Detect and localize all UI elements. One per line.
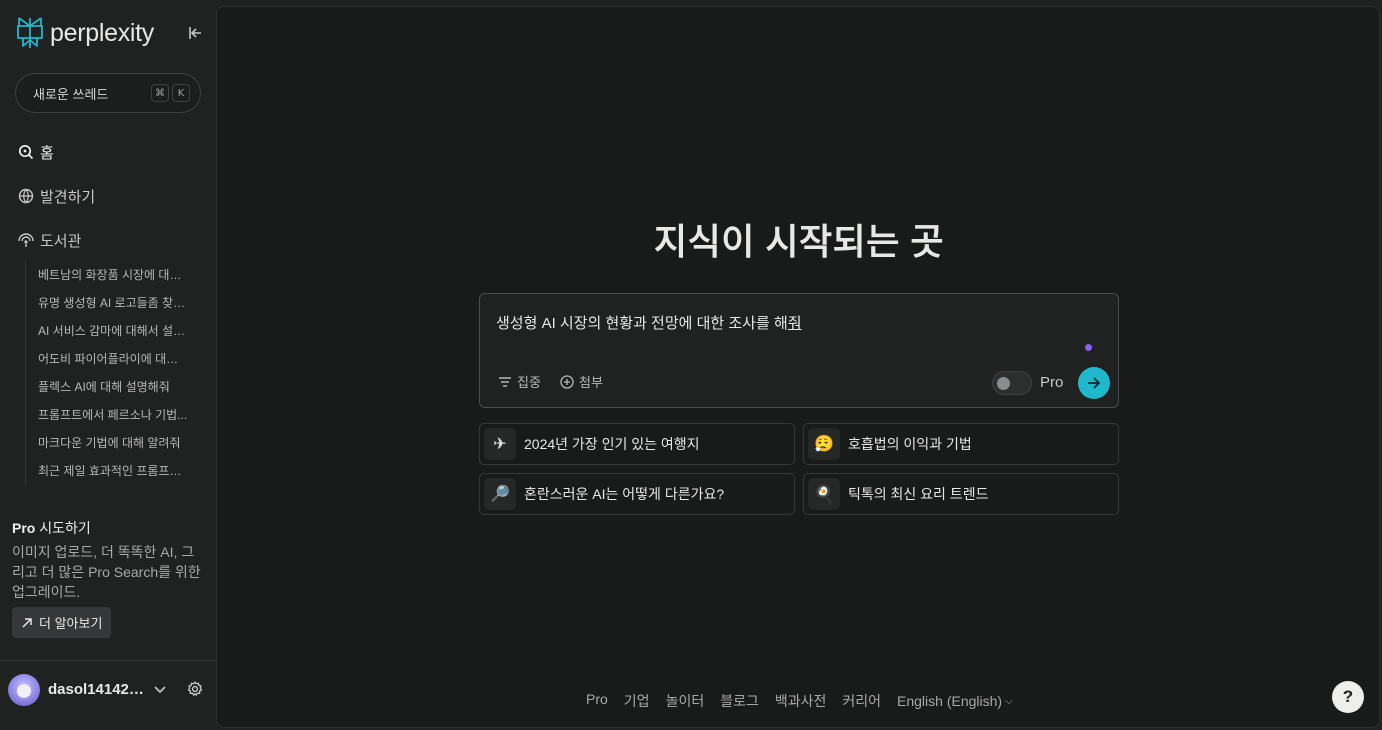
collapse-left-icon <box>189 27 201 39</box>
brand-name: perplexity <box>50 18 154 47</box>
library-thread-item[interactable]: 프롬프트에서 페르소나 기법... <box>38 402 188 430</box>
new-thread-label: 새로운 쓰레드 <box>33 86 109 102</box>
language-label: English (English) <box>897 693 1003 709</box>
search-icon <box>18 144 34 160</box>
airplane-icon: ✈ <box>484 428 516 460</box>
new-thread-shortcut: ⌘ K <box>151 84 190 102</box>
library-thread-list: 베트남의 화장품 시장에 대한 ... 유명 생성형 AI 로고들좀 찾아...… <box>25 262 205 484</box>
pro-upsell-description: 이미지 업로드, 더 똑똑한 AI, 그리고 더 많은 Pro Search를 … <box>12 544 201 600</box>
globe-icon <box>18 188 34 204</box>
attach-button[interactable]: 첨부 <box>560 372 603 391</box>
suggestion-label: 2024년 가장 인기 있는 여행지 <box>524 436 700 452</box>
pro-upsell-title-bold: Pro <box>12 520 36 536</box>
suggestion-label: 틱톡의 최신 요리 트렌드 <box>848 486 989 502</box>
suggestion-card[interactable]: 😮‍💨 호흡법의 이익과 기법 <box>803 423 1119 465</box>
footer-links: Pro 기업 놀이터 블로그 백과사전 커리어 English (English… <box>586 691 1013 711</box>
nav-discover[interactable]: 발견하기 <box>18 184 95 208</box>
pro-upsell-title: Pro 시도하기 <box>12 518 204 538</box>
footer-link-wiki[interactable]: 백과사전 <box>775 691 827 711</box>
footer-link-playground[interactable]: 놀이터 <box>666 691 705 711</box>
username: dasol1414228... <box>48 681 150 698</box>
perplexity-logo-icon <box>17 17 43 48</box>
arrow-right-icon <box>1088 377 1101 389</box>
footer-link-enterprise[interactable]: 기업 <box>624 691 650 711</box>
nav-home-label: 홈 <box>40 144 54 162</box>
library-thread-item[interactable]: 최근 제일 효과적인 프롬프트 ... <box>38 458 188 486</box>
k-key: K <box>172 84 190 102</box>
sidebar: perplexity 새로운 쓰레드 ⌘ K 홈 발견하기 도서관 베트남의 화… <box>0 0 216 730</box>
attach-label: 첨부 <box>579 375 603 390</box>
library-thread-item[interactable]: 베트남의 화장품 시장에 대한 ... <box>38 262 188 290</box>
new-thread-button[interactable]: 새로운 쓰레드 ⌘ K <box>15 73 201 113</box>
pro-toggle[interactable] <box>992 371 1032 395</box>
status-dot <box>1085 344 1092 351</box>
learn-more-label: 더 알아보기 <box>39 616 103 631</box>
nav-library[interactable]: 도서관 <box>18 228 81 252</box>
suggestion-card[interactable]: 🍳 틱톡의 최신 요리 트렌드 <box>803 473 1119 515</box>
plus-circle-icon <box>560 374 574 389</box>
suggestion-label: 호흡법의 이익과 기법 <box>848 436 972 452</box>
search-box[interactable]: 생성형 AI 시장의 현황과 전망에 대한 조사를 해줘 집중 첨부 Pro <box>479 293 1119 408</box>
library-thread-item[interactable]: 유명 생성형 AI 로고들좀 찾아... <box>38 290 188 318</box>
language-selector[interactable]: English (English) ⌵ <box>897 691 1013 711</box>
chevron-down-icon: ⌵ <box>1005 695 1013 707</box>
avatar[interactable] <box>8 673 40 706</box>
main-panel: 지식이 시작되는 곳 생성형 AI 시장의 현황과 전망에 대한 조사를 해줘 … <box>216 6 1380 728</box>
relieved-face-icon: 😮‍💨 <box>808 428 840 460</box>
magnifying-glass-icon: 🔎 <box>484 478 516 510</box>
search-input-value-last: 줘 <box>787 315 802 332</box>
help-button[interactable]: ? <box>1332 681 1364 713</box>
arrow-up-right-icon <box>22 617 32 628</box>
suggestion-card[interactable]: ✈ 2024년 가장 인기 있는 여행지 <box>479 423 795 465</box>
footer-link-careers[interactable]: 커리어 <box>842 691 881 711</box>
search-input[interactable]: 생성형 AI 시장의 현황과 전망에 대한 조사를 해줘 <box>496 312 802 333</box>
learn-more-button[interactable]: 더 알아보기 <box>12 607 112 638</box>
user-account-row[interactable]: dasol1414228... <box>0 660 216 718</box>
page-title: 지식이 시작되는 곳 <box>654 221 944 262</box>
library-thread-item[interactable]: 어도비 파이어플라이에 대해서 <box>38 346 188 374</box>
chevron-down-icon[interactable] <box>154 685 166 694</box>
logo[interactable]: perplexity <box>16 16 154 50</box>
suggestion-card[interactable]: 🔎 혼란스러운 AI는 어떻게 다른가요? <box>479 473 795 515</box>
search-input-value: 생성형 AI 시장의 현황과 전망에 대한 조사를 해 <box>496 315 788 332</box>
nav-library-label: 도서관 <box>40 232 82 250</box>
footer-link-blog[interactable]: 블로그 <box>720 691 759 711</box>
gear-icon[interactable] <box>187 681 203 697</box>
pro-upsell-title-rest: 시도하기 <box>35 520 91 536</box>
suggestion-label: 혼란스러운 AI는 어떻게 다른가요? <box>524 486 725 502</box>
pro-upsell: Pro 시도하기 이미지 업로드, 더 똑똑한 AI, 그리고 더 많은 Pro… <box>12 518 204 638</box>
focus-label: 집중 <box>517 375 541 390</box>
submit-button[interactable] <box>1078 367 1110 399</box>
nav-discover-label: 발견하기 <box>40 188 96 206</box>
pro-toggle-label: Pro <box>1040 374 1064 391</box>
focus-button[interactable]: 집중 <box>498 372 541 391</box>
frying-pan-icon: 🍳 <box>808 478 840 510</box>
library-icon <box>18 233 34 247</box>
library-thread-item[interactable]: 플렉스 AI에 대해 설명해줘 <box>38 374 188 402</box>
collapse-sidebar-button[interactable] <box>186 24 206 42</box>
pro-toggle-knob <box>997 377 1010 390</box>
nav-home[interactable]: 홈 <box>18 140 54 164</box>
command-key: ⌘ <box>151 84 169 102</box>
filter-icon <box>499 376 511 387</box>
app-window: perplexity 새로운 쓰레드 ⌘ K 홈 발견하기 도서관 베트남의 화… <box>0 0 1382 730</box>
library-thread-item[interactable]: AI 서비스 감마에 대해서 설명... <box>38 318 188 346</box>
footer-link-pro[interactable]: Pro <box>586 691 608 711</box>
library-thread-item[interactable]: 마크다운 기법에 대해 알려줘 <box>38 430 188 458</box>
